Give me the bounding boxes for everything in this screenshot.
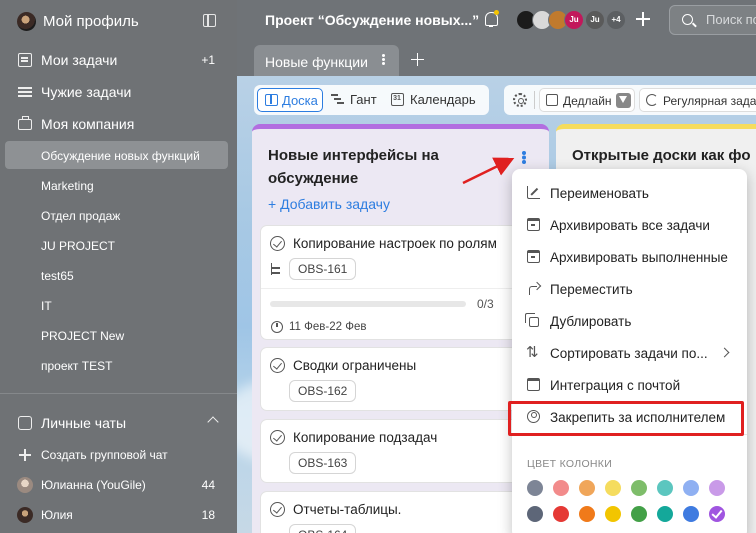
annotation-arrow	[462, 157, 515, 185]
